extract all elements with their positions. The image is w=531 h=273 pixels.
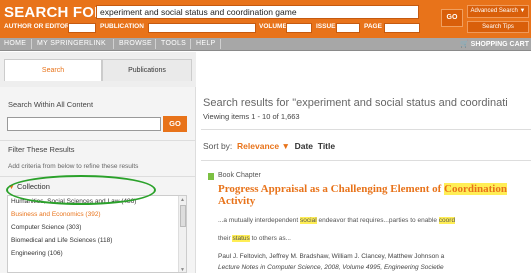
shopping-cart-link[interactable]: 🛒 SHOPPING CART [460,40,529,48]
result-authors[interactable]: Paul J. Feltovich, Jeffrey M. Bradshaw, … [218,253,444,260]
title-highlight: Coordination [444,183,507,195]
snippet-highlight: social [300,217,317,224]
nav-my-springerlink[interactable]: MY SPRINGERLINK [37,40,106,47]
filter-note: Add criteria from below to refine these … [8,163,139,170]
nav-divider [155,39,156,49]
publication-label: PUBLICATION [100,23,144,30]
sort-title[interactable]: Title [318,141,335,151]
collection-list: Humanities, Social Sciences and Law (486… [7,195,187,273]
collection-item[interactable]: Biomedical and Life Sciences (118) [11,237,112,244]
scrollbar-thumb[interactable] [180,205,186,227]
snippet-text: their [218,235,233,242]
sidebar-tabs: Search Publications [0,52,196,87]
issue-label: ISSUE [316,23,336,30]
nav-divider [31,39,32,49]
results-heading: Search results for "experiment and socia… [203,97,508,109]
results-count: Viewing items 1 - 10 of 1,663 [203,112,300,121]
nav-browse[interactable]: BROWSE [119,40,152,47]
snippet-highlight: status [232,235,250,242]
title-text: Activity [218,195,256,207]
sort-relevance[interactable]: Relevance ▼ [237,141,290,151]
collection-scrollbar[interactable]: ▲ ▼ [178,196,186,272]
tab-search[interactable]: Search [4,59,102,81]
search-bar: SEARCH FOR experiment and social status … [0,0,531,38]
search-go-button[interactable]: GO [441,9,463,27]
results-panel: Search results for "experiment and socia… [197,52,531,273]
page-label: PAGE [364,23,382,30]
book-chapter-icon [208,173,214,180]
snippet-text: ...a mutually interdependent [218,217,301,224]
snippet-highlight: coord [438,217,456,224]
sort-label: Sort by: [203,141,233,151]
nav-home[interactable]: HOME [4,40,26,47]
sort-bar: Sort by: Relevance ▼ Date Title [203,141,335,151]
snippet-text: to others as... [249,235,291,242]
title-text: Progress Appraisal as a Challenging Elem… [218,183,445,195]
cart-label: SHOPPING CART [470,41,529,48]
volume-label: VOLUME [259,23,287,30]
search-within-heading: Search Within All Content [8,100,94,109]
search-subfields: AUTHOR OR EDITOR PUBLICATION VOLUME ISSU… [0,23,440,34]
scroll-down-icon[interactable]: ▼ [180,267,185,272]
result-snippet: their status to others as... [218,235,291,242]
tab-publications[interactable]: Publications [102,59,192,81]
advanced-search-button[interactable]: Advanced Search ▼ [467,5,529,18]
result-title-link[interactable]: Progress Appraisal as a Challenging Elem… [218,183,531,207]
page-input[interactable] [384,23,420,33]
nav-divider [113,39,114,49]
main-nav: HOME MY SPRINGERLINK BROWSE TOOLS HELP 🛒… [0,38,531,51]
result-snippet: ...a mutually interdependent social ende… [218,217,456,224]
collection-item[interactable]: Engineering (106) [11,250,63,257]
search-within-input[interactable] [7,117,161,131]
nav-tools[interactable]: TOOLS [161,40,186,47]
nav-divider [220,39,221,49]
search-query-input[interactable]: experiment and social status and coordin… [96,5,419,19]
divider [0,140,196,141]
publication-input[interactable] [148,23,256,33]
nav-divider [190,39,191,49]
green-circle-annotation [6,175,156,205]
result-publication[interactable]: Lecture Notes in Computer Science, 2008,… [218,264,444,271]
volume-input[interactable] [286,23,312,33]
nav-help[interactable]: HELP [196,40,216,47]
divider [201,129,531,130]
snippet-text: endeavor that requires...parties to enab… [316,217,439,224]
search-tips-button[interactable]: Search Tips [467,21,529,33]
author-input[interactable] [68,23,96,33]
search-for-label: SEARCH FOR [4,4,106,21]
filter-heading: Filter These Results [8,145,75,154]
collection-item[interactable]: Computer Science (303) [11,224,81,231]
search-within-go-button[interactable]: GO [163,116,187,132]
issue-input[interactable] [336,23,360,33]
cart-icon: 🛒 [459,41,471,48]
divider [201,160,531,161]
sort-date[interactable]: Date [295,141,313,151]
author-label: AUTHOR OR EDITOR [4,23,70,30]
collection-item[interactable]: Business and Economics (392) [11,211,101,218]
result-type: Book Chapter [218,172,261,179]
scroll-up-icon[interactable]: ▲ [180,197,185,203]
